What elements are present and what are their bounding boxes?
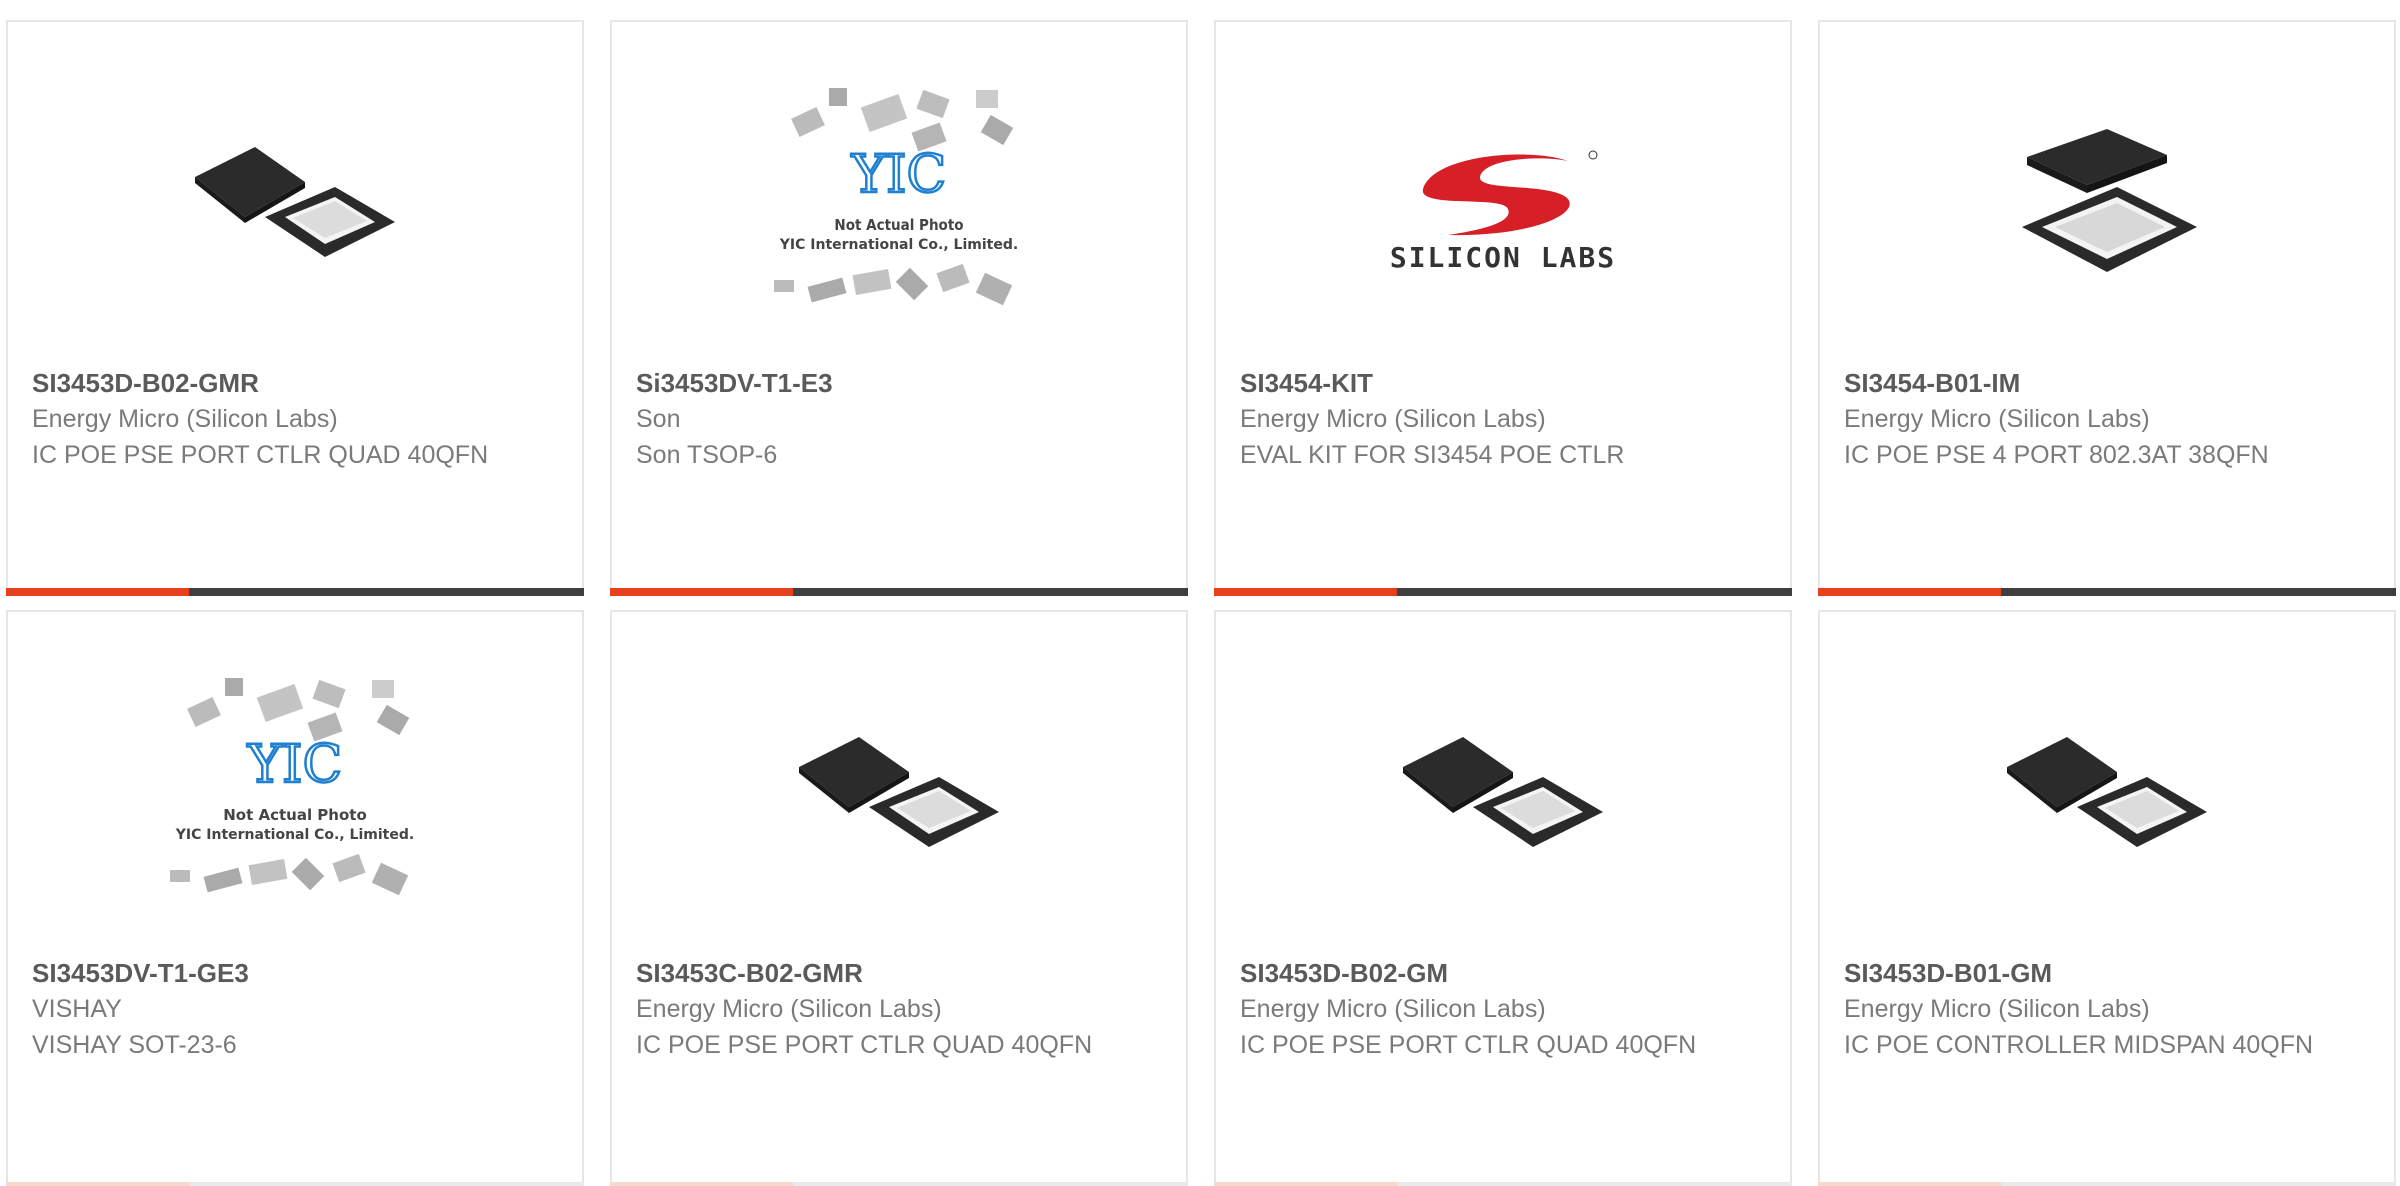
product-card[interactable]: YIC Not Actual Photo YIC International C… bbox=[610, 20, 1188, 596]
yic-logo: YIC bbox=[247, 735, 343, 795]
manufacturer: Energy Micro (Silicon Labs) bbox=[32, 405, 338, 433]
svg-text:YIC International Co., Limited: YIC International Co., Limited. bbox=[175, 827, 414, 843]
card-bar bbox=[610, 1182, 1188, 1186]
description: IC POE PSE PORT CTLR QUAD 40QFN bbox=[636, 1031, 1093, 1059]
card-bar bbox=[1818, 1182, 2396, 1186]
part-number[interactable]: SI3454-B01-IM bbox=[1844, 365, 2370, 401]
manufacturer: Energy Micro (Silicon Labs) bbox=[1844, 995, 2150, 1023]
manufacturer: Energy Micro (Silicon Labs) bbox=[1844, 405, 2150, 433]
card-bar bbox=[1214, 588, 1792, 596]
card-bar bbox=[6, 1182, 584, 1186]
product-card[interactable]: SI3453D-B01-GM Energy Micro (Silicon Lab… bbox=[1818, 610, 2396, 1186]
yic-placeholder-icon: YIC Not Actual Photo YIC International C… bbox=[612, 42, 1186, 372]
manufacturer: Energy Micro (Silicon Labs) bbox=[636, 995, 942, 1023]
silicon-labs-logo: SILICON LABS bbox=[1216, 42, 1790, 372]
manufacturer: Son bbox=[636, 405, 681, 433]
card-bar bbox=[610, 588, 1188, 596]
manufacturer: Energy Micro (Silicon Labs) bbox=[1240, 995, 1546, 1023]
card-bar bbox=[1214, 1182, 1792, 1186]
svg-text:YIC International Co., Limited: YIC International Co., Limited. bbox=[779, 237, 1018, 253]
part-number[interactable]: Si3453DV-T1-E3 bbox=[636, 365, 1162, 401]
description: IC POE PSE 4 PORT 802.3AT 38QFN bbox=[1844, 441, 2269, 469]
yic-logo: YIC bbox=[851, 145, 947, 205]
part-number[interactable]: SI3453D-B02-GMR bbox=[32, 365, 558, 401]
product-card[interactable]: SI3453D-B02-GM Energy Micro (Silicon Lab… bbox=[1214, 610, 1792, 1186]
product-grid: SI3453D-B02-GMR Energy Micro (Silicon La… bbox=[0, 0, 2400, 1186]
product-card[interactable]: SI3454-B01-IM Energy Micro (Silicon Labs… bbox=[1818, 20, 2396, 596]
part-number[interactable]: SI3453DV-T1-GE3 bbox=[32, 955, 558, 991]
part-number[interactable]: SI3453D-B02-GM bbox=[1240, 955, 1766, 991]
svg-text:Not Actual Photo: Not Actual Photo bbox=[834, 216, 963, 234]
part-number[interactable]: SI3453D-B01-GM bbox=[1844, 955, 2370, 991]
product-card[interactable]: YIC Not Actual Photo YIC International C… bbox=[6, 610, 584, 1186]
description: IC POE CONTROLLER MIDSPAN 40QFN bbox=[1844, 1031, 2314, 1059]
description: VISHAY SOT-23-6 bbox=[32, 1031, 237, 1059]
manufacturer: VISHAY bbox=[32, 995, 122, 1023]
card-bar bbox=[1818, 588, 2396, 596]
description: EVAL KIT FOR SI3454 POE CTLR bbox=[1240, 441, 1625, 469]
product-card[interactable]: SI3453C-B02-GMR Energy Micro (Silicon La… bbox=[610, 610, 1188, 1186]
svg-text:SILICON LABS: SILICON LABS bbox=[1390, 241, 1616, 274]
product-card[interactable]: SI3453D-B02-GMR Energy Micro (Silicon La… bbox=[6, 20, 584, 596]
card-bar bbox=[6, 588, 584, 596]
qfn-chip-pair-icon bbox=[1216, 632, 1790, 962]
qfn-chip-pair-icon bbox=[8, 42, 582, 372]
description: IC POE PSE PORT CTLR QUAD 40QFN bbox=[1240, 1031, 1697, 1059]
qfn-chip-pair-icon bbox=[612, 632, 1186, 962]
svg-text:Not Actual Photo: Not Actual Photo bbox=[223, 806, 367, 824]
description: IC POE PSE PORT CTLR QUAD 40QFN bbox=[32, 441, 489, 469]
qfn-chip-pair-icon bbox=[1820, 632, 2394, 962]
product-card[interactable]: SILICON LABS SI3454-KIT Energy Micro (Si… bbox=[1214, 20, 1792, 596]
yic-placeholder-icon: YIC Not Actual Photo YIC International C… bbox=[8, 632, 582, 962]
part-number[interactable]: SI3453C-B02-GMR bbox=[636, 955, 1162, 991]
description: Son TSOP-6 bbox=[636, 441, 778, 469]
manufacturer: Energy Micro (Silicon Labs) bbox=[1240, 405, 1546, 433]
part-number[interactable]: SI3454-KIT bbox=[1240, 365, 1766, 401]
qfn-chip-stack-icon bbox=[1820, 42, 2394, 372]
